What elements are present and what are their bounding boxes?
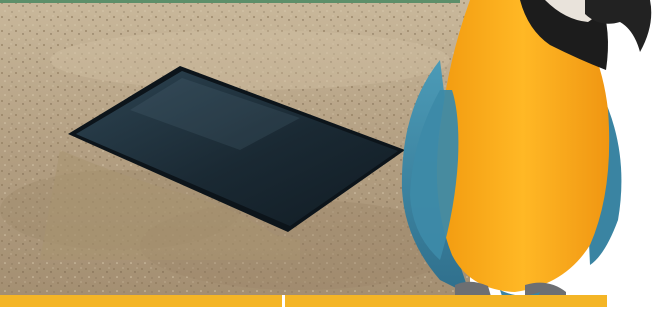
bottom-bar-left-segment (0, 295, 282, 307)
bottom-accent-bar (0, 295, 607, 307)
top-accent-strip (0, 0, 460, 3)
bottom-bar-right-segment (285, 295, 607, 307)
photo-scene (0, 0, 655, 307)
